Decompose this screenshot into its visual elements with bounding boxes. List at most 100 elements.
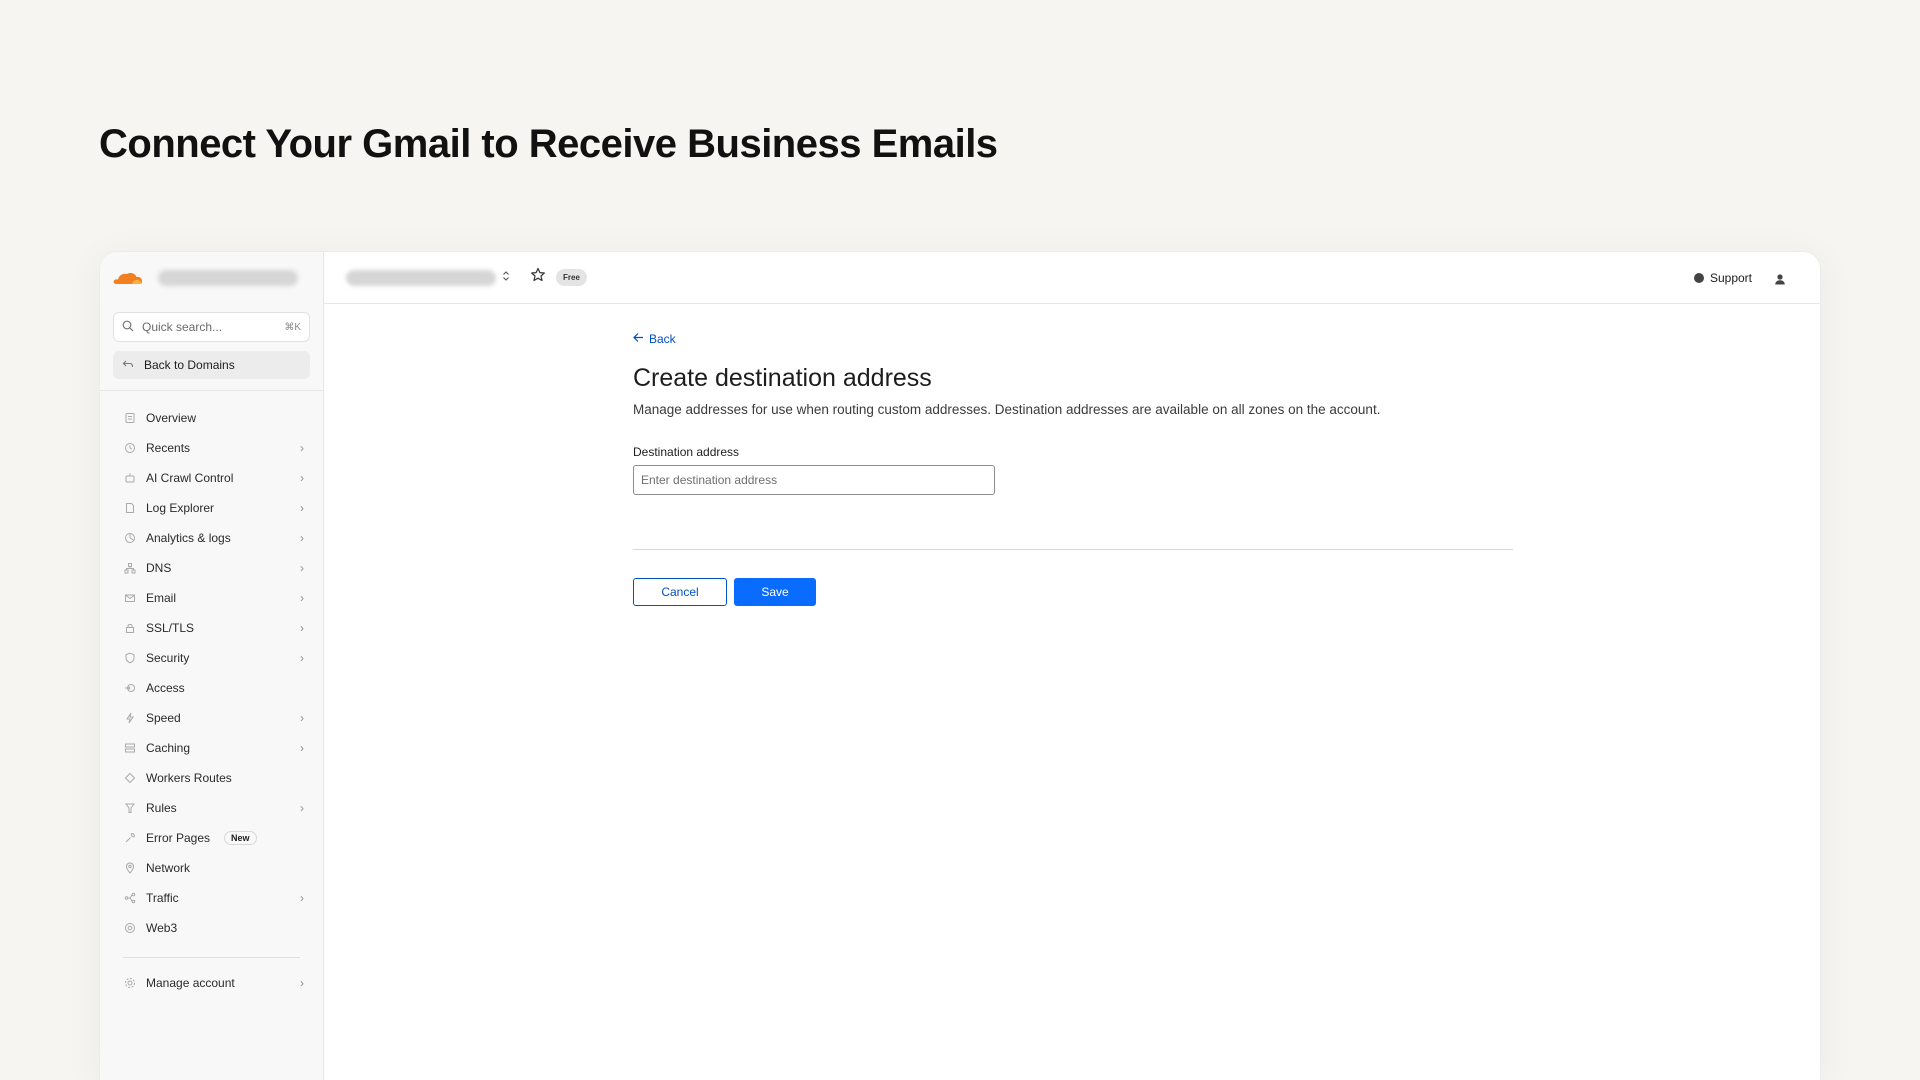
sidebar-item-analytics-logs[interactable]: Analytics & logs › xyxy=(100,523,323,553)
analytics-icon xyxy=(124,532,136,544)
sidebar-item-label: Error Pages xyxy=(146,831,211,845)
chevron-right-icon: › xyxy=(300,651,304,665)
sidebar-item-access[interactable]: Access xyxy=(100,673,323,703)
sidebar: Quick search... ⌘K Back to Domains Overv… xyxy=(100,252,324,1080)
zone-selector-redacted[interactable] xyxy=(346,269,496,286)
sidebar-item-network[interactable]: Network xyxy=(100,853,323,883)
return-arrow-icon xyxy=(122,358,134,373)
sidebar-item-label: Email xyxy=(146,591,177,605)
sidebar-item-traffic[interactable]: Traffic › xyxy=(100,883,323,913)
back-link[interactable]: Back xyxy=(633,332,1513,346)
chevron-right-icon: › xyxy=(300,801,304,815)
sidebar-item-label: Log Explorer xyxy=(146,501,215,515)
sidebar-header xyxy=(100,252,323,304)
star-icon[interactable] xyxy=(530,267,546,288)
chevron-right-icon: › xyxy=(300,441,304,455)
sidebar-divider xyxy=(100,390,323,391)
bolt-icon xyxy=(124,712,136,724)
chevron-right-icon: › xyxy=(300,501,304,515)
sidebar-item-security[interactable]: Security › xyxy=(100,643,323,673)
overview-icon xyxy=(124,412,136,424)
sidebar-item-label: DNS xyxy=(146,561,172,575)
sidebar-item-workers-routes[interactable]: Workers Routes xyxy=(100,763,323,793)
sidebar-item-caching[interactable]: Caching › xyxy=(100,733,323,763)
main-content: Back Create destination address Manage a… xyxy=(633,332,1513,606)
quick-search-shortcut: ⌘K xyxy=(284,321,301,333)
chevron-right-icon: › xyxy=(300,561,304,575)
support-label: Support xyxy=(1709,270,1752,285)
sidebar-item-label: Rules xyxy=(146,801,177,815)
cache-icon xyxy=(124,742,136,754)
sidebar-item-ssl-tls[interactable]: SSL/TLS › xyxy=(100,613,323,643)
sidebar-item-label: Access xyxy=(146,681,185,695)
destination-address-input[interactable] xyxy=(633,465,995,495)
quick-search[interactable]: Quick search... ⌘K xyxy=(113,312,310,342)
back-to-domains-button[interactable]: Back to Domains xyxy=(113,351,310,379)
sidebar-item-label: Speed xyxy=(146,711,181,725)
chevron-right-icon: › xyxy=(300,531,304,545)
chevron-right-icon: › xyxy=(300,711,304,725)
sidebar-item-label: Security xyxy=(146,651,190,665)
chevron-right-icon: › xyxy=(300,591,304,605)
bot-icon xyxy=(124,472,136,484)
sidebar-item-label: Web3 xyxy=(146,921,178,935)
quick-search-placeholder: Quick search... xyxy=(142,320,223,334)
chevron-up-down-icon[interactable] xyxy=(502,270,512,285)
sidebar-item-label: Recents xyxy=(146,441,191,455)
sidebar-item-label: Network xyxy=(146,861,191,875)
sidebar-item-overview[interactable]: Overview xyxy=(100,403,323,433)
save-button[interactable]: Save xyxy=(734,578,816,606)
sidebar-item-label: SSL/TLS xyxy=(146,621,195,635)
new-badge: New xyxy=(224,831,257,845)
sidebar-item-rules[interactable]: Rules › xyxy=(100,793,323,823)
pin-icon xyxy=(124,862,136,874)
sidebar-item-label: Caching xyxy=(146,741,191,755)
cloudflare-cloud-icon[interactable] xyxy=(112,270,144,286)
sidebar-item-label: Workers Routes xyxy=(146,771,232,785)
support-button[interactable]: Support xyxy=(1693,270,1752,285)
access-icon xyxy=(124,682,136,694)
sidebar-item-log-explorer[interactable]: Log Explorer › xyxy=(100,493,323,523)
chevron-right-icon: › xyxy=(300,471,304,485)
email-icon xyxy=(124,592,136,604)
workers-icon xyxy=(124,772,136,784)
sidebar-nav: Overview Recents › AI Crawl Control › Lo… xyxy=(100,403,323,943)
chevron-right-icon: › xyxy=(300,976,304,990)
chevron-right-icon: › xyxy=(300,621,304,635)
gear-icon xyxy=(124,977,136,989)
form-actions: Cancel Save xyxy=(633,578,1513,606)
sidebar-item-manage-account[interactable]: Manage account › xyxy=(100,968,323,998)
cancel-button[interactable]: Cancel xyxy=(633,578,727,606)
traffic-icon xyxy=(124,892,136,904)
help-icon xyxy=(1693,272,1704,283)
sidebar-item-email[interactable]: Email › xyxy=(100,583,323,613)
sidebar-divider xyxy=(123,957,300,958)
sidebar-item-label: Overview xyxy=(146,411,197,425)
back-link-label: Back xyxy=(649,332,676,346)
lock-icon xyxy=(124,622,136,634)
sidebar-item-web3[interactable]: Web3 xyxy=(100,913,323,943)
back-to-domains-label: Back to Domains xyxy=(144,358,235,372)
page-description: Manage addresses for use when routing cu… xyxy=(633,402,1381,417)
page-headline: Connect Your Gmail to Receive Business E… xyxy=(99,122,998,166)
sidebar-item-ai-crawl-control[interactable]: AI Crawl Control › xyxy=(100,463,323,493)
dns-icon xyxy=(124,562,136,574)
account-name-redacted[interactable] xyxy=(158,270,298,286)
sidebar-item-label: Analytics & logs xyxy=(146,531,231,545)
clock-icon xyxy=(124,442,136,454)
sidebar-item-label: Traffic xyxy=(146,891,179,905)
sidebar-item-speed[interactable]: Speed › xyxy=(100,703,323,733)
chevron-right-icon: › xyxy=(300,741,304,755)
search-icon xyxy=(122,320,134,335)
top-bar: Free Support xyxy=(324,252,1820,304)
user-icon[interactable] xyxy=(1774,272,1786,284)
page-title: Create destination address xyxy=(633,364,932,392)
wrench-icon xyxy=(124,832,136,844)
sidebar-item-error-pages[interactable]: Error Pages New xyxy=(100,823,323,853)
destination-address-label: Destination address xyxy=(633,445,740,459)
sidebar-item-dns[interactable]: DNS › xyxy=(100,553,323,583)
sidebar-item-recents[interactable]: Recents › xyxy=(100,433,323,463)
sidebar-item-label: Manage account xyxy=(146,976,235,990)
sidebar-item-label: AI Crawl Control xyxy=(146,471,234,485)
web3-icon xyxy=(124,922,136,934)
